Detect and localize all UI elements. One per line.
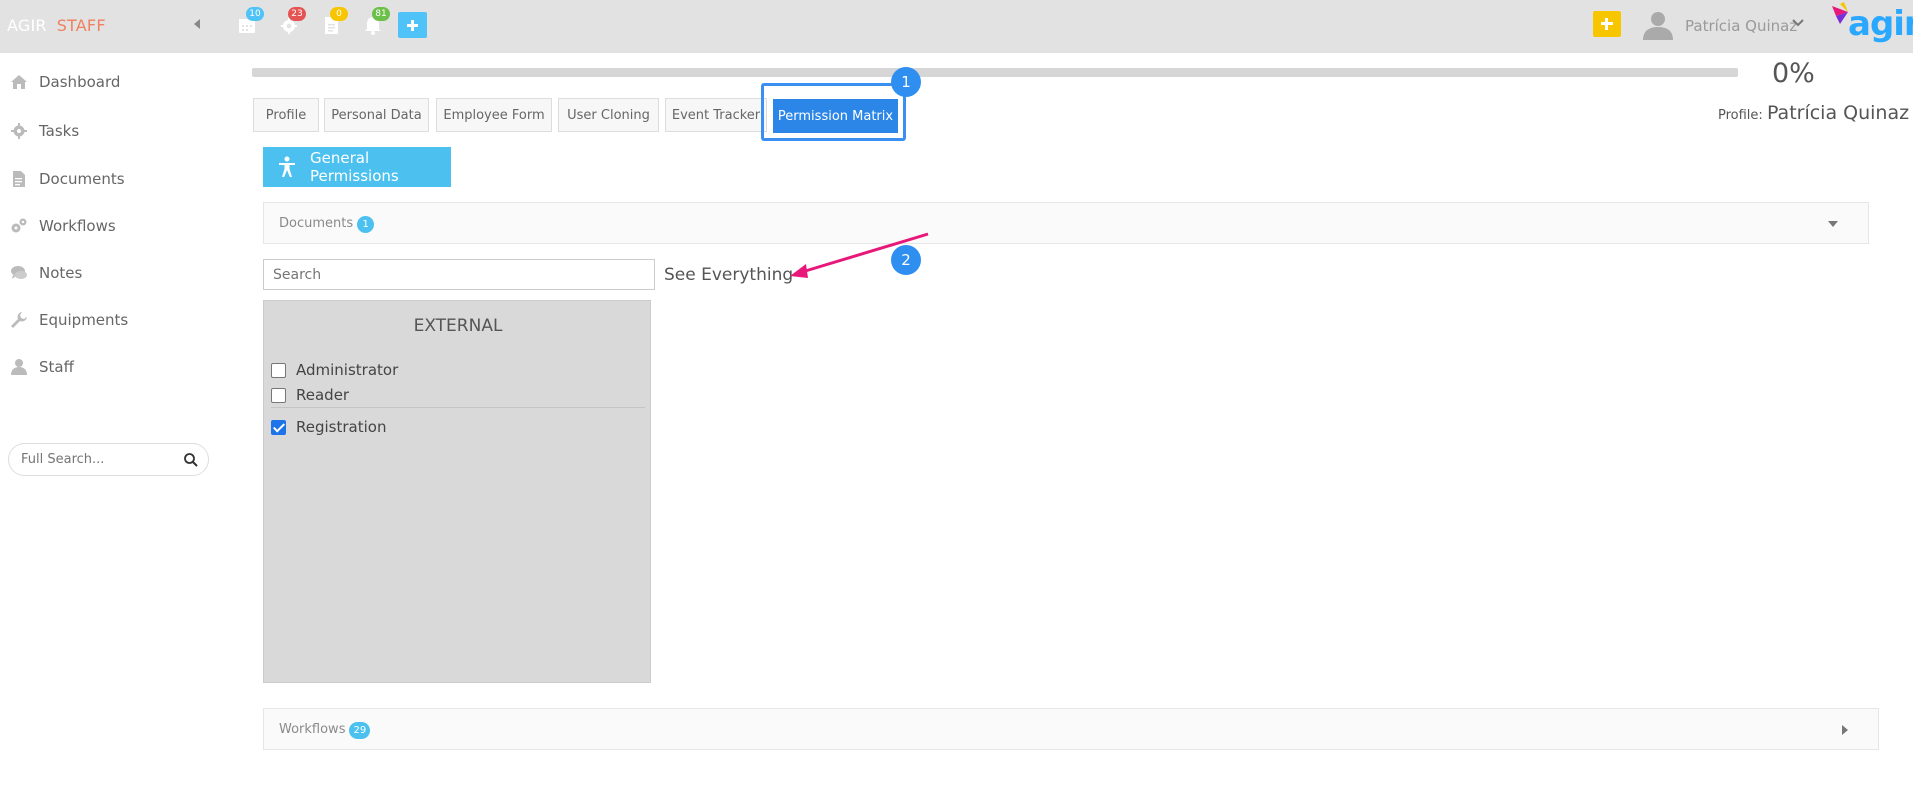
see-everything-label: See Everything xyxy=(664,265,794,285)
annotation-step-1: 1 xyxy=(891,67,921,97)
gear-icon xyxy=(8,120,30,142)
sidebar-item-dashboard[interactable]: Dashboard xyxy=(0,67,220,97)
sidebar-item-staff[interactable]: Staff xyxy=(0,352,220,382)
gears-icon xyxy=(8,215,30,237)
workflows-panel-title: Workflows 29 xyxy=(279,722,371,739)
annotation-highlight-box xyxy=(761,83,906,141)
profile-name: Patrícia Quinaz xyxy=(1766,102,1910,124)
sidebar-item-label: Workflows xyxy=(39,217,116,235)
tab-event-tracker[interactable]: Event Tracker xyxy=(665,98,767,132)
checkbox-label: Administrator xyxy=(296,361,399,379)
wrench-icon xyxy=(8,309,30,331)
external-title: EXTERNAL xyxy=(413,316,503,336)
annotation-step-2: 2 xyxy=(891,245,921,275)
brand-agir: AGIR xyxy=(7,16,47,35)
permission-search-input[interactable] xyxy=(273,267,643,283)
tab-employee-form[interactable]: Employee Form xyxy=(436,98,552,132)
profile-progress-bar xyxy=(252,68,1738,77)
quick-add-button[interactable] xyxy=(398,12,427,38)
sidebar: Dashboard Tasks Documents Workflows Note… xyxy=(0,53,220,792)
sidebar-item-label: Dashboard xyxy=(39,73,121,91)
workflows-panel-label: Workflows xyxy=(279,722,346,737)
chat-icon xyxy=(8,262,30,284)
sidebar-item-notes[interactable]: Notes xyxy=(0,258,220,288)
registration-checkbox[interactable] xyxy=(271,419,286,435)
sidebar-collapse-icon[interactable] xyxy=(194,19,200,29)
administrator-checkbox[interactable] xyxy=(271,362,286,378)
full-search-field[interactable] xyxy=(8,443,209,476)
profile-label: Profile: Patrícia Quinaz xyxy=(1718,102,1909,124)
documents-panel-header[interactable]: Documents 1 xyxy=(263,202,1869,244)
logo-text: agir xyxy=(1848,4,1913,44)
permission-option-registration[interactable]: Registration xyxy=(271,418,386,436)
sidebar-item-label: Documents xyxy=(39,170,125,188)
documents-badge: 0 xyxy=(330,7,348,21)
sidebar-item-tasks[interactable]: Tasks xyxy=(0,116,220,146)
workflows-count-badge: 29 xyxy=(349,722,371,739)
documents-panel-label: Documents xyxy=(279,216,354,231)
checkbox-label: Reader xyxy=(296,386,350,404)
tab-profile[interactable]: Profile xyxy=(253,98,319,132)
notifications-badge: 81 xyxy=(372,7,390,21)
tab-user-cloning[interactable]: User Cloning xyxy=(558,98,659,132)
new-item-button[interactable] xyxy=(1593,11,1621,37)
brand-staff: STAFF xyxy=(56,16,106,35)
sidebar-item-label: Notes xyxy=(39,264,83,282)
general-permissions-button[interactable]: General Permissions xyxy=(263,147,451,187)
tasks-badge: 23 xyxy=(288,7,306,21)
bell-icon[interactable]: 81 xyxy=(362,7,390,36)
tab-personal-data[interactable]: Personal Data xyxy=(324,98,429,132)
full-search-input[interactable] xyxy=(21,452,171,467)
accessibility-icon xyxy=(277,156,297,178)
chevron-down-icon[interactable] xyxy=(1792,17,1804,31)
calendar-badge: 10 xyxy=(246,7,264,21)
sidebar-item-label: Tasks xyxy=(39,122,80,140)
search-icon[interactable] xyxy=(183,452,199,468)
divider xyxy=(271,407,645,408)
document-icon xyxy=(8,168,30,190)
home-icon xyxy=(8,71,30,93)
user-icon xyxy=(8,356,30,378)
general-permissions-label: General Permissions xyxy=(310,149,399,185)
sidebar-item-documents[interactable]: Documents xyxy=(0,164,220,194)
checkbox-label: Registration xyxy=(296,418,387,436)
caret-down-icon[interactable] xyxy=(1828,221,1838,227)
reader-checkbox[interactable] xyxy=(271,387,286,403)
documents-count-badge: 1 xyxy=(357,216,375,233)
agir-logo: agir xyxy=(1830,2,1913,48)
profile-prefix: Profile: xyxy=(1718,108,1763,123)
gear-icon[interactable]: 23 xyxy=(278,7,306,36)
permission-option-reader[interactable]: Reader xyxy=(271,386,349,404)
sidebar-item-workflows[interactable]: Workflows xyxy=(0,211,220,241)
brand[interactable]: AGIR STAFF xyxy=(7,16,106,35)
document-icon[interactable]: 0 xyxy=(320,7,348,36)
workflows-panel-header[interactable]: Workflows 29 xyxy=(263,708,1879,750)
sidebar-item-equipments[interactable]: Equipments xyxy=(0,305,220,335)
external-permissions-box: EXTERNAL Administrator Reader Registrati… xyxy=(263,300,651,683)
permission-option-administrator[interactable]: Administrator xyxy=(271,361,398,379)
user-name[interactable]: Patrícia Quinaz xyxy=(1685,17,1797,35)
sidebar-item-label: Equipments xyxy=(39,311,129,329)
avatar[interactable] xyxy=(1641,10,1675,40)
documents-panel-title: Documents 1 xyxy=(279,216,375,233)
permission-search-field[interactable] xyxy=(263,259,655,290)
caret-right-icon[interactable] xyxy=(1842,725,1848,735)
sidebar-item-label: Staff xyxy=(39,358,74,376)
progress-percent: 0% xyxy=(1772,58,1815,89)
top-bar: AGIR STAFF 10 23 0 81 Patrícia Quinaz agi… xyxy=(0,0,1913,53)
calendar-icon[interactable]: 10 xyxy=(236,7,264,36)
